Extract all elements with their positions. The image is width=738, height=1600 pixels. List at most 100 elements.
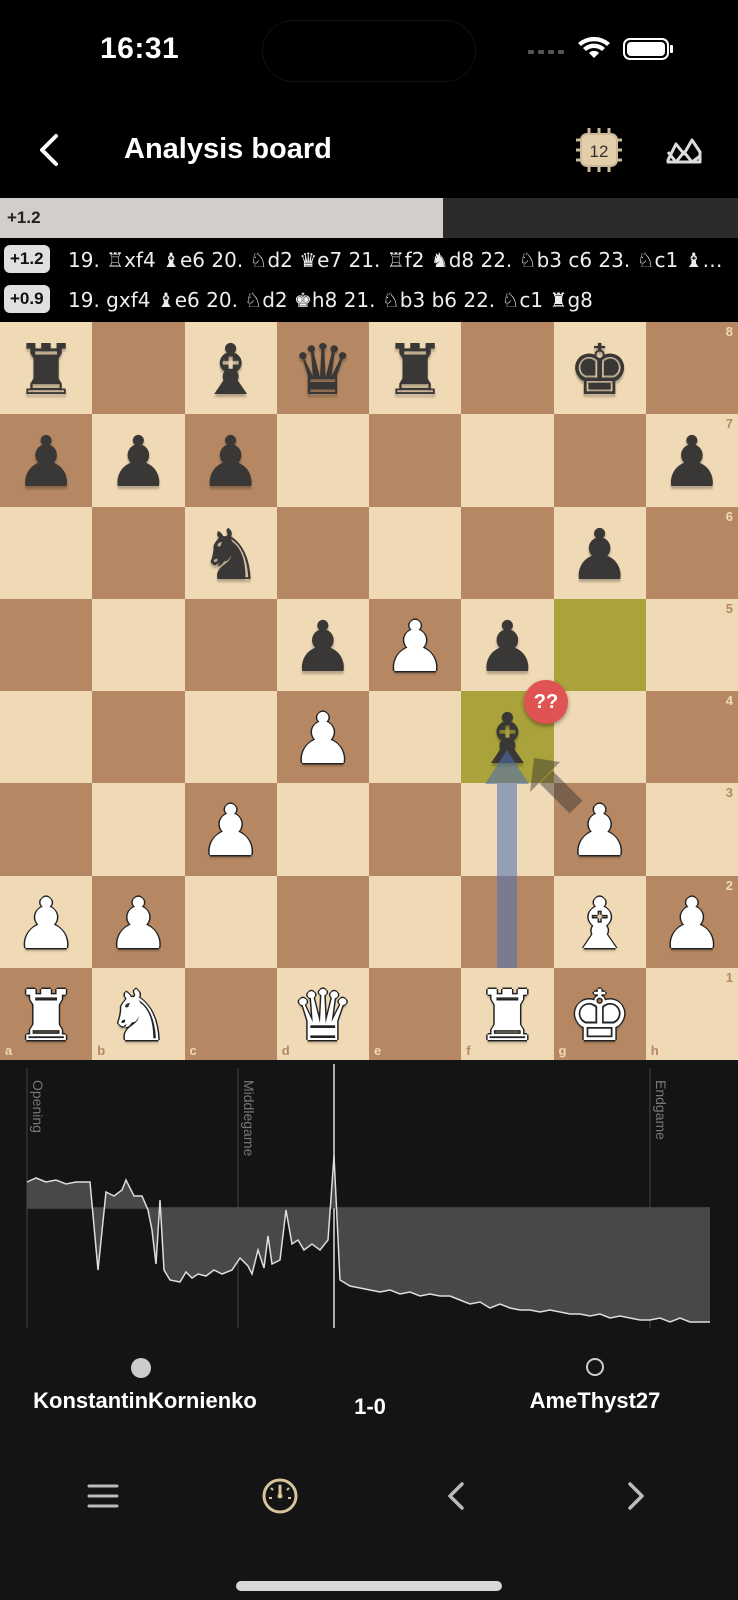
square-e6[interactable] <box>369 506 462 599</box>
square-e7[interactable] <box>369 414 462 507</box>
square-f7[interactable] <box>461 414 554 507</box>
square-h4[interactable]: 4 <box>645 691 738 784</box>
white-piece-h2[interactable]: ♟ <box>646 876 738 968</box>
square-h1[interactable]: 1h <box>645 967 738 1060</box>
square-a5[interactable] <box>0 598 93 691</box>
evaluation-graph[interactable]: Opening Middlegame Endgame <box>0 1060 738 1340</box>
square-f6[interactable] <box>461 506 554 599</box>
engine-line-eval: +1.2 <box>4 245 50 273</box>
chevron-right-icon <box>628 1482 644 1510</box>
white-player-indicator <box>131 1358 151 1378</box>
black-piece-b7[interactable]: ♟ <box>92 414 184 506</box>
engine-settings-button[interactable]: 12 <box>574 126 624 174</box>
white-piece-a2[interactable]: ♟ <box>0 876 92 968</box>
white-piece-g2[interactable]: ♝ <box>554 876 646 968</box>
black-player-name[interactable]: AmeThyst27 <box>500 1384 690 1418</box>
black-piece-a8[interactable]: ♜ <box>0 322 92 414</box>
evaluation-bar: +1.2 <box>0 198 738 238</box>
engine-line-moves: 19. ♖xf4 ♝e6 20. ♘d2 ♛e7 21. ♖f2 ♞d8 22.… <box>68 248 730 272</box>
square-a6[interactable] <box>0 506 93 599</box>
white-piece-d4[interactable]: ♟ <box>277 691 369 783</box>
square-f3[interactable] <box>461 783 554 876</box>
square-d2[interactable] <box>276 875 369 968</box>
black-piece-d8[interactable]: ♛ <box>277 322 369 414</box>
gauge-icon <box>262 1478 298 1514</box>
black-piece-g6[interactable]: ♟ <box>554 507 646 599</box>
white-piece-g3[interactable]: ♟ <box>554 783 646 875</box>
players-panel: KonstantinKornienko 1-0 AmeThyst27 <box>0 1340 738 1440</box>
square-b5[interactable] <box>92 598 185 691</box>
square-g5[interactable] <box>553 598 646 691</box>
black-piece-d5[interactable]: ♟ <box>277 599 369 691</box>
page-title: Analysis board <box>124 133 332 165</box>
chess-board[interactable]: 8 7 6 5 4 3 2 a b c d e f g 1 h ♜ ♝ ♛ ♜ ♚ ♟ ♟ ♟ ♟ ♞ ♟ ♟ ♟ ♟ ♟ ♝ ♟ ♟ ♟ ♟ ♝ ♟ ♜ ♞… <box>0 322 738 1060</box>
square-c1[interactable]: c <box>184 967 277 1060</box>
white-piece-b1[interactable]: ♞ <box>92 968 184 1060</box>
next-move-button[interactable] <box>612 1474 656 1518</box>
square-b3[interactable] <box>92 783 185 876</box>
square-b4[interactable] <box>92 691 185 784</box>
square-h5[interactable]: 5 <box>645 598 738 691</box>
white-piece-c3[interactable]: ♟ <box>185 783 277 875</box>
square-d3[interactable] <box>276 783 369 876</box>
square-c5[interactable] <box>184 598 277 691</box>
previous-move-button[interactable] <box>436 1474 480 1518</box>
square-e1[interactable]: e <box>369 967 462 1060</box>
white-piece-a1[interactable]: ♜ <box>0 968 92 1060</box>
phase-label-middlegame: Middlegame <box>241 1080 257 1157</box>
evaluation-bar-fill <box>0 198 443 238</box>
rank-coordinate: 5 <box>725 600 733 616</box>
back-button[interactable] <box>34 128 74 172</box>
black-piece-c8[interactable]: ♝ <box>185 322 277 414</box>
white-piece-e5[interactable]: ♟ <box>369 599 461 691</box>
evaluation-value: +1.2 <box>7 208 41 227</box>
phase-label-opening: Opening <box>30 1080 46 1133</box>
square-d7[interactable] <box>276 414 369 507</box>
square-e4[interactable] <box>369 691 462 784</box>
square-h3[interactable]: 3 <box>645 783 738 876</box>
square-c4[interactable] <box>184 691 277 784</box>
home-indicator <box>236 1581 502 1591</box>
square-d6[interactable] <box>276 506 369 599</box>
square-h6[interactable]: 6 <box>645 506 738 599</box>
black-piece-c7[interactable]: ♟ <box>185 414 277 506</box>
black-player-indicator <box>586 1358 604 1376</box>
white-player-name[interactable]: KonstantinKornienko <box>20 1384 270 1418</box>
chevron-left-icon <box>448 1482 464 1510</box>
white-piece-f1[interactable]: ♜ <box>461 968 553 1060</box>
rank-coordinate: 8 <box>725 324 733 339</box>
engine-toggle-button[interactable] <box>258 1474 302 1518</box>
evaluation-graph-area <box>27 1156 710 1322</box>
engine-line[interactable]: +1.2 19. ♖xf4 ♝e6 20. ♘d2 ♛e7 21. ♖f2 ♞d… <box>0 240 738 280</box>
square-a4[interactable] <box>0 691 93 784</box>
black-piece-f5[interactable]: ♟ <box>461 599 553 691</box>
hamburger-menu-icon <box>87 1484 119 1508</box>
engine-line[interactable]: +0.9 19. gxf4 ♝e6 20. ♘d2 ♚h8 21. ♘b3 b6… <box>0 280 738 320</box>
menu-button[interactable] <box>81 1474 125 1518</box>
analysis-chart-button[interactable] <box>664 130 704 170</box>
square-b8[interactable] <box>92 322 185 415</box>
black-piece-e8[interactable]: ♜ <box>369 322 461 414</box>
square-g7[interactable] <box>553 414 646 507</box>
square-f2[interactable] <box>461 875 554 968</box>
white-piece-d1[interactable]: ♛ <box>277 968 369 1060</box>
file-coordinate: e <box>374 1043 382 1058</box>
black-piece-a7[interactable]: ♟ <box>0 414 92 506</box>
white-piece-g1[interactable]: ♚ <box>554 968 646 1060</box>
black-piece-g8[interactable]: ♚ <box>554 322 646 414</box>
square-c2[interactable] <box>184 875 277 968</box>
square-e3[interactable] <box>369 783 462 876</box>
file-coordinate: h <box>650 1043 659 1058</box>
square-e2[interactable] <box>369 875 462 968</box>
black-piece-c6[interactable]: ♞ <box>185 507 277 599</box>
black-piece-h7[interactable]: ♟ <box>646 414 738 506</box>
white-piece-b2[interactable]: ♟ <box>92 876 184 968</box>
square-f8[interactable] <box>461 322 554 415</box>
square-h8[interactable]: 8 <box>645 322 738 415</box>
status-time: 16:31 <box>100 32 180 65</box>
square-a3[interactable] <box>0 783 93 876</box>
evaluation-chart-icon <box>666 138 702 164</box>
wifi-icon <box>578 36 610 58</box>
engine-line-eval: +0.9 <box>4 285 50 313</box>
square-b6[interactable] <box>92 506 185 599</box>
